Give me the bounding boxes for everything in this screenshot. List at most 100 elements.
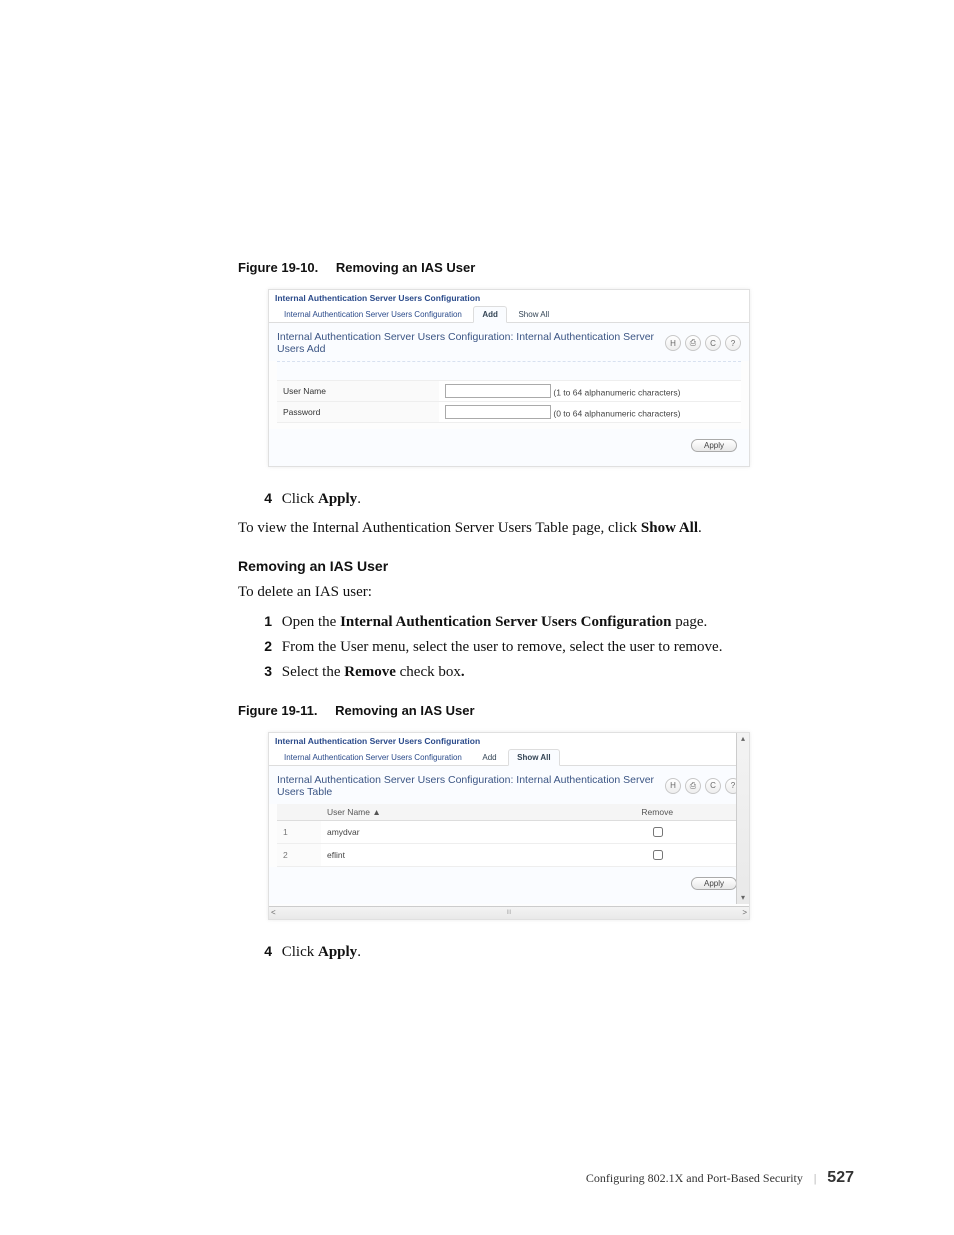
tab-row: Internal Authentication Server Users Con…: [269, 748, 749, 766]
panel-bar: Internal Authentication Server Users Con…: [269, 323, 749, 361]
footer-page-number: 527: [827, 1169, 854, 1186]
row-remove-cell: [573, 820, 741, 843]
s3-text-a: Select the: [282, 664, 344, 680]
step-number: 2: [254, 637, 272, 657]
view-line: To view the Internal Authentication Serv…: [238, 518, 854, 540]
panel-title: Internal Authentication Server Users Con…: [277, 774, 665, 798]
panel-icons: H ⎙ C ?: [665, 778, 741, 794]
vertical-scrollbar[interactable]: ▴ ▾: [736, 733, 749, 904]
apply-row: Apply: [269, 867, 749, 904]
figure-caption: Figure 19-11. Removing an IAS User: [238, 703, 854, 718]
print-icon[interactable]: ⎙: [685, 335, 701, 351]
refresh-icon[interactable]: C: [705, 778, 721, 794]
table-header-row: User Name ▲ Remove: [277, 804, 741, 821]
s1-text-a: Open the: [282, 614, 340, 630]
scroll-down-icon[interactable]: ▾: [737, 892, 749, 904]
apply-button[interactable]: Apply: [691, 439, 737, 452]
col-username[interactable]: User Name ▲: [321, 804, 573, 821]
apply-button[interactable]: Apply: [691, 877, 737, 890]
password-label: Password: [277, 402, 439, 423]
breadcrumb: Internal Authentication Server Users Con…: [269, 290, 749, 305]
table-row: 1 amydvar: [277, 820, 741, 843]
remove-checkbox[interactable]: [653, 850, 663, 860]
breadcrumb: Internal Authentication Server Users Con…: [269, 733, 749, 748]
s1-tail: page.: [671, 614, 707, 630]
step-1: 1 Open the Internal Authentication Serve…: [238, 612, 854, 633]
view-text-tail: .: [698, 520, 702, 536]
step-4b: 4 Click Apply.: [238, 942, 854, 963]
screenshot-add-user: Internal Authentication Server Users Con…: [268, 289, 750, 467]
figure-title: Removing an IAS User: [336, 260, 475, 275]
col-username-label: User Name: [327, 807, 370, 817]
tab-add[interactable]: Add: [473, 306, 507, 323]
figure-caption: Figure 19-10. Removing an IAS User: [238, 260, 854, 275]
panel-title: Internal Authentication Server Users Con…: [277, 331, 665, 355]
panel-icons: H ⎙ C ?: [665, 335, 741, 351]
users-table: User Name ▲ Remove 1 amydvar 2 eflint: [277, 804, 741, 867]
s3-bold: Remove: [344, 664, 396, 680]
tab-main[interactable]: Internal Authentication Server Users Con…: [275, 306, 471, 323]
step-number: 4: [254, 489, 272, 509]
screenshot-inner: Internal Authentication Server Users Con…: [269, 733, 749, 904]
apply-strong: Apply: [318, 944, 357, 960]
step-number: 3: [254, 662, 272, 682]
page-footer: Configuring 802.1X and Port-Based Securi…: [586, 1169, 854, 1187]
row-index: 1: [277, 820, 321, 843]
scroll-left-icon[interactable]: <: [271, 908, 276, 917]
showall-strong: Show All: [641, 520, 698, 536]
tab-main[interactable]: Internal Authentication Server Users Con…: [275, 749, 471, 766]
figure-title: Removing an IAS User: [335, 703, 474, 718]
step-tail: .: [357, 944, 361, 960]
step-number: 1: [254, 612, 272, 632]
username-hint: (1 to 64 alphanumeric characters): [553, 388, 680, 398]
footer-separator: |: [814, 1171, 816, 1185]
password-hint: (0 to 64 alphanumeric characters): [553, 409, 680, 419]
figure-number: Figure 19-11.: [238, 703, 317, 718]
password-input[interactable]: [445, 405, 551, 419]
step-text: Click: [282, 491, 318, 507]
panel-bar: Internal Authentication Server Users Con…: [269, 766, 749, 804]
help-icon[interactable]: ?: [725, 335, 741, 351]
tab-showall[interactable]: Show All: [508, 749, 559, 766]
row-username: eflint: [321, 843, 573, 866]
footer-chapter: Configuring 802.1X and Port-Based Securi…: [586, 1171, 803, 1185]
password-cell: (0 to 64 alphanumeric characters): [439, 402, 741, 423]
figure-number: Figure 19-10.: [238, 260, 318, 275]
s2-text: From the User menu, select the user to r…: [282, 639, 723, 655]
tab-showall[interactable]: Show All: [509, 306, 558, 323]
save-icon[interactable]: H: [665, 335, 681, 351]
horizontal-scrollbar[interactable]: < III >: [269, 906, 749, 919]
row-username: amydvar: [321, 820, 573, 843]
screenshot-users-table: Internal Authentication Server Users Con…: [268, 732, 750, 920]
col-remove: Remove: [573, 804, 741, 821]
username-input[interactable]: [445, 384, 551, 398]
col-index: [277, 804, 321, 821]
step-text: Click: [282, 944, 318, 960]
row-index: 2: [277, 843, 321, 866]
section-subhead: Removing an IAS User: [238, 558, 854, 574]
username-cell: (1 to 64 alphanumeric characters): [439, 381, 741, 402]
tab-add[interactable]: Add: [473, 749, 505, 766]
scroll-thumb[interactable]: III: [506, 910, 511, 916]
step-2: 2 From the User menu, select the user to…: [238, 637, 854, 658]
sort-icon: ▲: [372, 807, 380, 817]
table-row: 2 eflint: [277, 843, 741, 866]
username-label: User Name: [277, 381, 439, 402]
remove-checkbox[interactable]: [653, 827, 663, 837]
step-4a: 4 Click Apply.: [238, 489, 854, 510]
apply-row: Apply: [269, 429, 749, 466]
document-page: Figure 19-10. Removing an IAS User Inter…: [0, 0, 954, 1235]
step-tail: .: [357, 491, 361, 507]
refresh-icon[interactable]: C: [705, 335, 721, 351]
s3-tail: check box: [396, 664, 461, 680]
panel-divider: [277, 361, 741, 380]
row-remove-cell: [573, 843, 741, 866]
save-icon[interactable]: H: [665, 778, 681, 794]
scroll-right-icon[interactable]: >: [742, 908, 747, 917]
scroll-up-icon[interactable]: ▴: [737, 733, 749, 745]
view-text-a: To view the Internal Authentication Serv…: [238, 520, 641, 536]
step-number: 4: [254, 942, 272, 962]
step-3: 3 Select the Remove check box.: [238, 662, 854, 683]
s3-dot: .: [461, 664, 465, 680]
print-icon[interactable]: ⎙: [685, 778, 701, 794]
